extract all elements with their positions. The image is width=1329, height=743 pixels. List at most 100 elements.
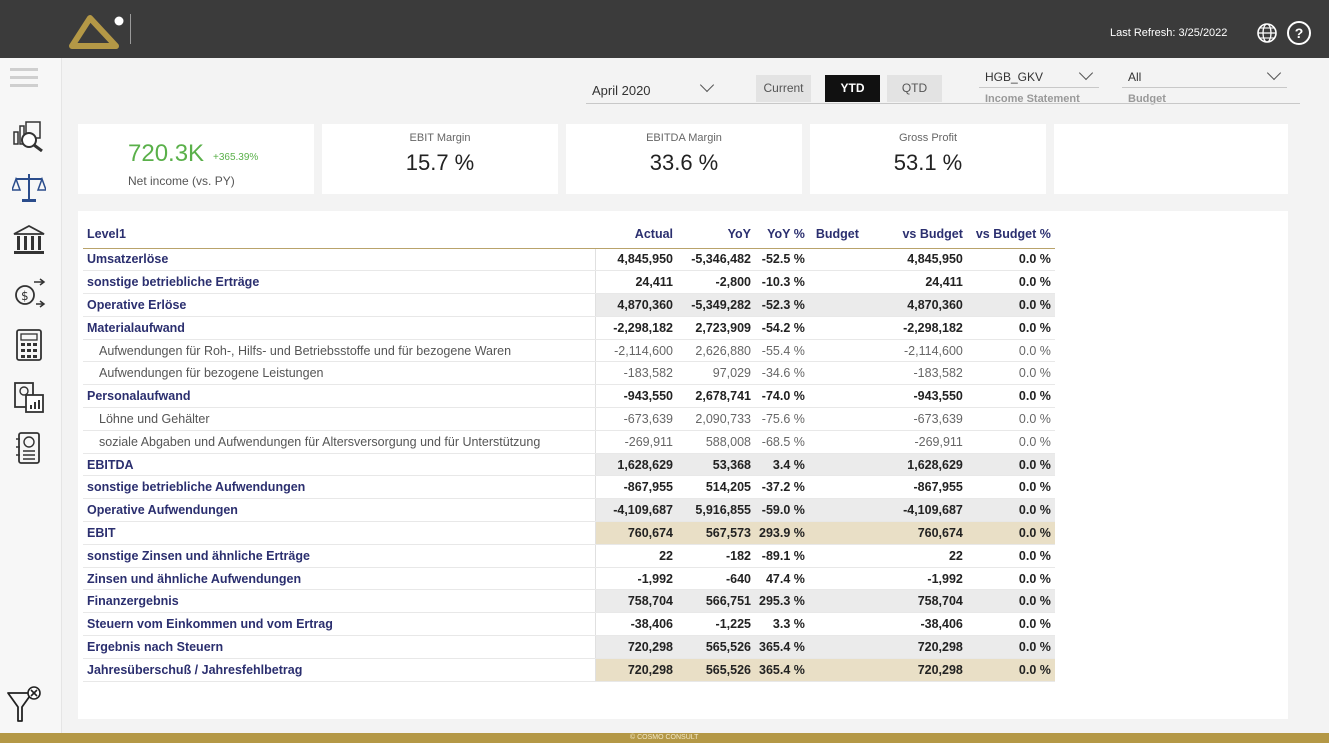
column-header-yoy-pct[interactable]: YoY % [755,221,809,249]
notebook-icon[interactable] [12,431,46,465]
footer-copyright: © COSMO CONSULT [630,734,699,741]
table-cell: 0.0 % [966,430,1055,454]
table-cell: -59.0 % [755,498,809,523]
table-row[interactable]: Steuern vom Einkommen und vom Ertrag -38,… [83,612,1055,637]
budget-dropdown[interactable]: All [1122,65,1287,88]
table-row[interactable]: Aufwendungen für bezogene Leistungen -183… [83,361,1055,386]
document-icon[interactable] [12,380,46,414]
table-row[interactable]: Aufwendungen für Roh-, Hilfs- und Betrie… [83,339,1055,363]
row-label: EBIT [83,521,595,545]
table-cell: -4,109,687 [594,498,677,523]
column-header-vs-budget-pct[interactable]: vs Budget % [966,221,1055,249]
calculator-icon[interactable] [12,328,46,362]
table-row[interactable]: Materialaufwand -2,298,182 2,723,909 -54.2 … [83,316,1055,340]
left-nav: $ [0,58,62,733]
table-cell [808,453,863,477]
table-cell: -38,406 [862,612,967,637]
table-cell: 720,298 [594,658,677,682]
table-row[interactable]: Operative Aufwendungen -4,109,687 5,916,85… [83,498,1055,523]
table-cell: -2,114,600 [862,339,967,363]
bank-icon[interactable] [12,223,46,257]
row-label: Personalaufwand [83,384,595,409]
row-label: Materialaufwand [83,316,595,340]
column-header-yoy[interactable]: YoY [677,221,755,249]
analysis-icon[interactable] [12,118,46,152]
table-row[interactable]: Zinsen und ähnliche Aufwendungen -1,992 -6… [83,567,1055,591]
table-cell: 514,205 [677,475,755,500]
table-cell: 22 [862,544,967,568]
table-cell: -54.2 % [755,316,809,340]
table-cell [808,567,863,591]
table-cell: 0.0 % [966,293,1055,317]
menu-icon[interactable] [10,68,38,92]
table-row[interactable]: sonstige betriebliche Aufwendungen -867,9… [83,475,1055,500]
help-icon[interactable]: ? [1287,21,1311,45]
table-row[interactable]: EBITDA 1,628,629 53,368 3.4 % 1,628,629 0.0 % [83,453,1055,477]
net-income-value: 720.3K [128,140,205,167]
table-cell: 758,704 [862,589,967,614]
tab-current[interactable]: Current [756,75,811,102]
report-value: HGB_GKV [985,70,1044,84]
tab-ytd[interactable]: YTD [825,75,880,102]
row-label: Operative Erlöse [83,293,595,317]
ebitda-margin-card: EBITDA Margin 33.6 % [566,124,802,194]
table-row[interactable]: Finanzergebnis 758,704 566,751 295.3 % 758,7… [83,589,1055,614]
cash-flow-icon[interactable]: $ [12,276,46,310]
table-row[interactable]: EBIT 760,674 567,573 293.9 % 760,674 0.0 % [83,521,1055,545]
period-value: April 2020 [592,83,651,98]
table-cell: 97,029 [677,361,755,386]
tab-qtd[interactable]: QTD [887,75,942,102]
table-cell: 565,526 [677,658,755,682]
table-row[interactable]: sonstige Zinsen und ähnliche Erträge 22 -1… [83,544,1055,568]
table-cell: 0.0 % [966,589,1055,614]
table-cell: -183,582 [594,361,677,386]
table-cell [808,430,863,454]
table-row[interactable]: Jahresüberschuß / Jahresfehlbetrag 720,29… [83,658,1055,682]
row-label: Jahresüberschuß / Jahresfehlbetrag [83,658,595,682]
ebit-margin-title: EBIT Margin [409,132,471,144]
table-cell: -1,992 [862,567,967,591]
report-dropdown[interactable]: HGB_GKV [979,65,1099,88]
table-cell: 0.0 % [966,248,1055,272]
table-header-row: Level1 Actual YoY YoY % Budget vs Budget… [83,221,1055,249]
column-header-vs-budget[interactable]: vs Budget [862,221,967,249]
table-cell [808,384,863,409]
period-dropdown[interactable]: April 2020 [586,74,720,104]
table-cell: 2,723,909 [677,316,755,340]
table-cell [808,316,863,340]
table-cell: -943,550 [594,384,677,409]
ebit-margin-card: EBIT Margin 15.7 % [322,124,558,194]
chevron-down-icon [1078,65,1094,81]
table-row[interactable]: Umsatzerlöse 4,845,950 -5,346,482 -52.5 % 4,… [83,248,1055,272]
table-cell [808,248,863,272]
table-row[interactable]: Personalaufwand -943,550 2,678,741 -74.0 % -… [83,384,1055,409]
table-cell [808,635,863,659]
table-cell: 24,411 [862,270,967,295]
table-row[interactable]: Löhne und Gehälter -673,639 2,090,733 -75.6… [83,407,1055,431]
row-label: soziale Abgaben und Aufwendungen für Alt… [83,430,595,454]
table-cell: 0.0 % [966,361,1055,386]
table-cell [808,339,863,363]
table-cell: 22 [594,544,677,568]
table-cell: 47.4 % [755,567,809,591]
row-label: Operative Aufwendungen [83,498,595,523]
table-cell: -89.1 % [755,544,809,568]
column-header-level1[interactable]: Level1 [83,221,595,249]
table-row[interactable]: soziale Abgaben und Aufwendungen für Alt… [83,430,1055,454]
table-row[interactable]: sonstige betriebliche Erträge 24,411 -2,80… [83,270,1055,295]
table-cell [808,658,863,682]
table-cell: -10.3 % [755,270,809,295]
table-row[interactable]: Operative Erlöse 4,870,360 -5,349,282 -52.3… [83,293,1055,317]
table-cell: 758,704 [594,589,677,614]
table-row[interactable]: Ergebnis nach Steuern 720,298 565,526 365.4… [83,635,1055,659]
column-header-budget[interactable]: Budget [808,221,863,249]
clear-filter-icon[interactable] [6,685,44,725]
table-cell: 760,674 [594,521,677,545]
table-cell: -5,349,282 [677,293,755,317]
table-cell: 0.0 % [966,498,1055,523]
table-cell: -673,639 [594,407,677,431]
balance-icon[interactable] [12,170,46,204]
globe-icon[interactable] [1256,22,1278,44]
column-header-actual[interactable]: Actual [595,221,677,249]
table-cell [808,475,863,500]
